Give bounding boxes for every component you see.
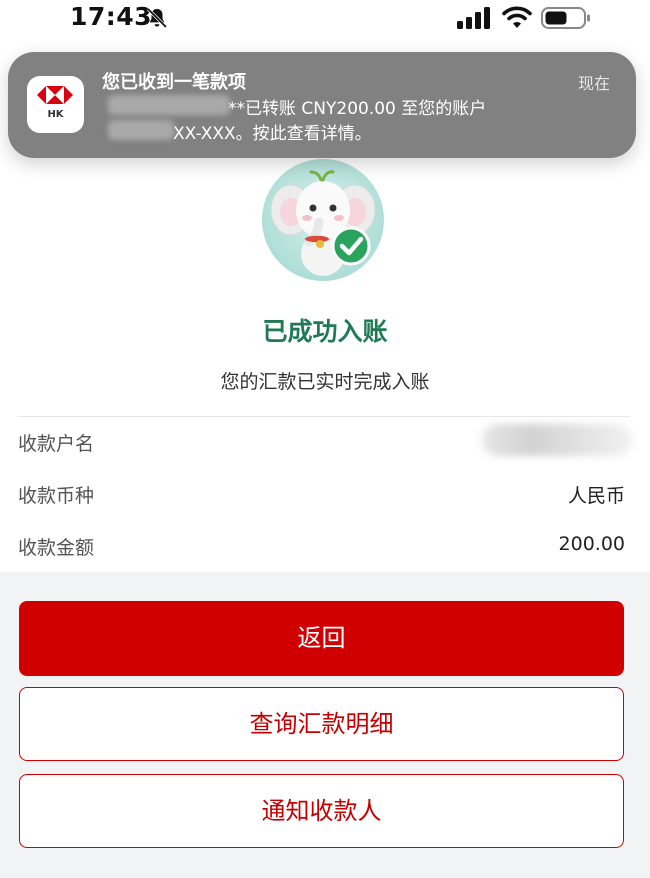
redacted-account xyxy=(108,120,174,140)
success-subtitle: 您的汇款已实时完成入账 xyxy=(220,371,430,393)
notify-payee-button[interactable]: 通知收款人 xyxy=(19,774,624,848)
query-remittance-details-button[interactable]: 查询汇款明细 xyxy=(19,687,624,761)
hsbc-hexagon-logo-icon xyxy=(37,86,73,104)
currency-label: 收款币种 xyxy=(18,485,95,507)
payee-name-value-redacted xyxy=(482,424,632,456)
notification-time: 现在 xyxy=(577,74,610,93)
battery-icon xyxy=(541,7,590,29)
redacted-sender xyxy=(108,95,230,115)
app-icon-label: HK xyxy=(47,109,64,120)
status-bar: 17:43 xyxy=(0,0,650,36)
notification-body-line2: XX-XXX。按此查看详情。 xyxy=(173,124,372,144)
elephant-mascot-icon xyxy=(262,159,384,281)
hsbc-app-icon: HK xyxy=(27,76,84,133)
wifi-icon xyxy=(502,6,532,28)
amount-value: 200.00 xyxy=(558,533,625,555)
currency-value: 人民币 xyxy=(567,485,625,507)
cellular-signal-icon xyxy=(457,7,490,29)
push-notification[interactable]: HK 您已收到一笔款项 现在 **已转账 CNY200.00 至您的账户 XX-… xyxy=(8,52,636,158)
back-button[interactable]: 返回 xyxy=(19,601,624,676)
payee-name-label: 收款户名 xyxy=(18,433,95,455)
notification-body-line1: **已转账 CNY200.00 至您的账户 xyxy=(228,99,487,119)
amount-label: 收款金额 xyxy=(18,537,95,559)
divider xyxy=(18,416,630,417)
status-time: 17:43 xyxy=(70,2,153,31)
notification-title: 您已收到一笔款项 xyxy=(102,72,246,93)
bell-slash-icon xyxy=(146,7,168,29)
success-title: 已成功入账 xyxy=(262,317,388,346)
